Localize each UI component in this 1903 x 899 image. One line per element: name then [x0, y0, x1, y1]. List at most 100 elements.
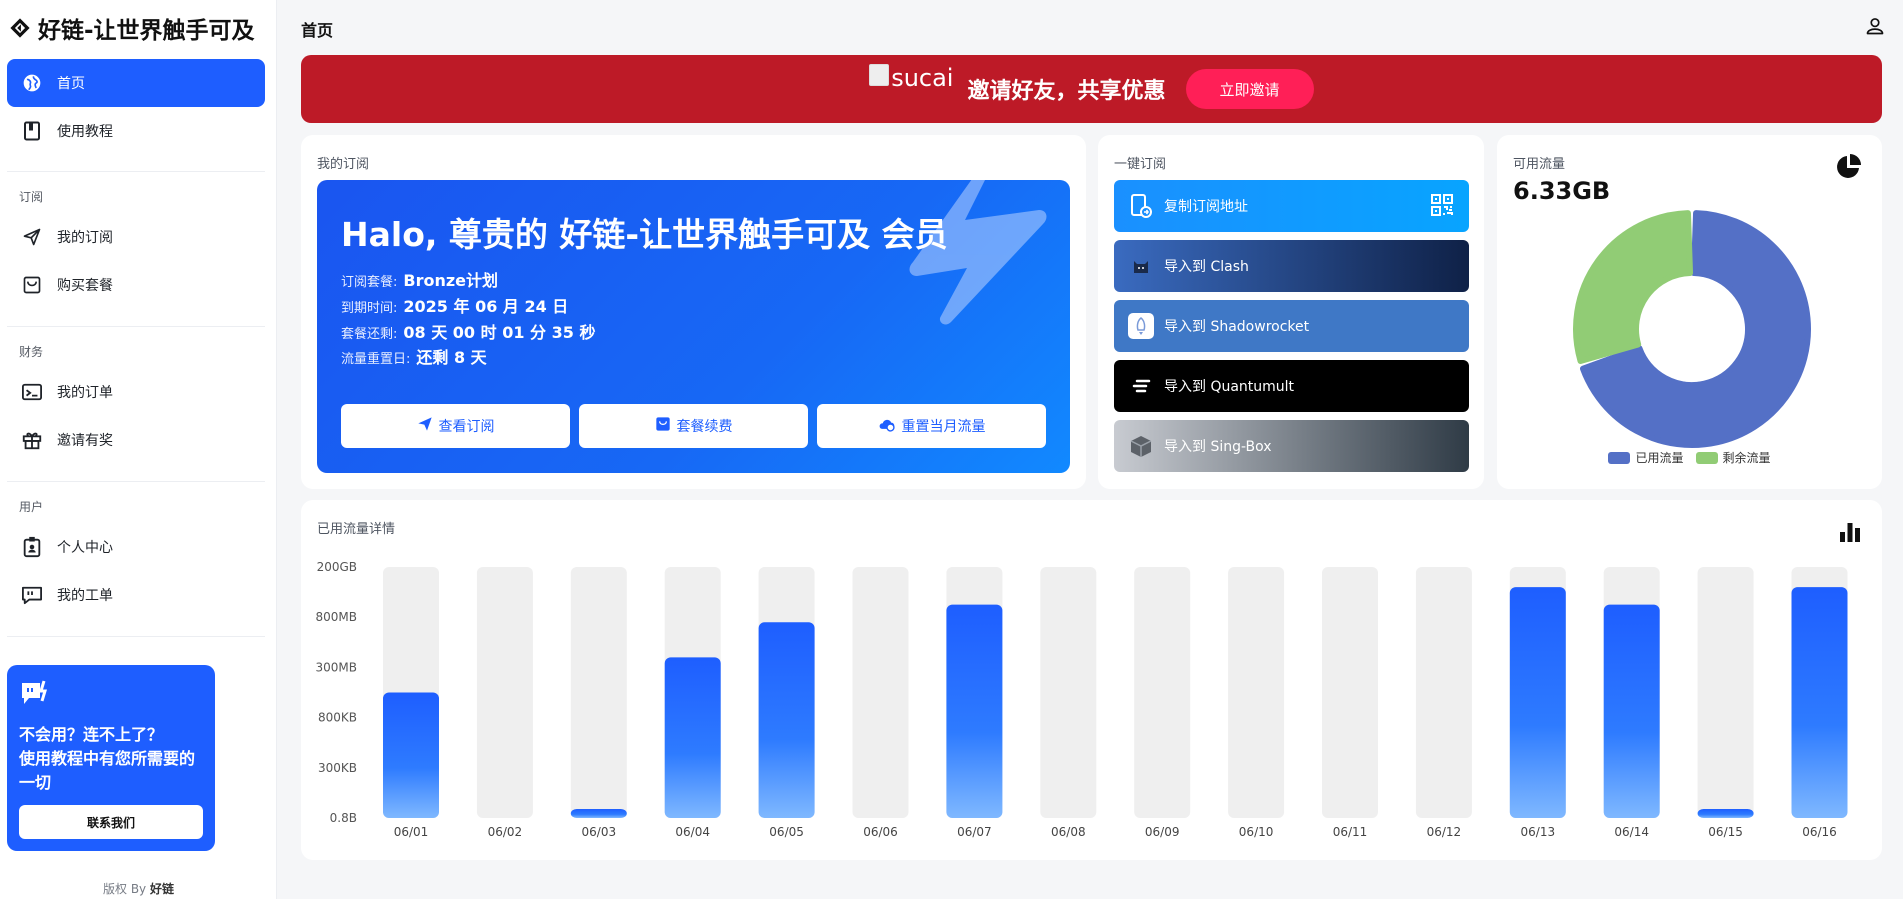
nav-group-title: 订阅 — [19, 190, 44, 204]
my-subscription-card: 我的订阅 Halo, 尊贵的 好链-让世界触手可及 会员 订阅套餐: Bronz… — [301, 135, 1086, 489]
shopping-bag-icon — [655, 416, 671, 436]
bar-track — [476, 567, 533, 818]
expire-label: 到期时间: — [341, 301, 398, 316]
traffic-bar[interactable] — [664, 657, 721, 818]
user-icon[interactable] — [1865, 16, 1887, 38]
x-tick-label: 06/13 — [1521, 825, 1556, 839]
expire-value: 2025 年 06 月 24 日 — [403, 297, 569, 316]
remain-row: 套餐还剩: 08 天 00 时 01 分 35 秒 — [341, 319, 595, 343]
sidebar-item-label: 个人中心 — [57, 540, 113, 556]
sidebar: 好链-让世界触手可及 首页 使用教程 订阅 我的订阅 购买套餐 财务 我的订单 … — [0, 0, 277, 899]
divider — [7, 171, 265, 172]
send-icon — [417, 416, 433, 436]
donut-slice-remaining[interactable] — [1573, 210, 1694, 364]
bar-track — [1415, 567, 1472, 818]
bar-track — [1134, 567, 1191, 818]
legend-used-label: 已用流量 — [1635, 451, 1684, 465]
legend-remaining-label: 剩余流量 — [1722, 451, 1771, 465]
traffic-bar[interactable] — [758, 622, 815, 818]
copy-link-icon — [1128, 193, 1154, 219]
plan-value: Bronze计划 — [403, 271, 499, 290]
x-tick-label: 06/14 — [1614, 825, 1649, 839]
view-subscription-button[interactable]: 查看订阅 — [341, 404, 570, 448]
nav-group-title: 财务 — [19, 345, 44, 359]
view-subscription-label: 查看订阅 — [438, 419, 495, 435]
subscription-panel: Halo, 尊贵的 好链-让世界触手可及 会员 订阅套餐: Bronze计划 到… — [317, 180, 1070, 473]
help-line-2: 使用教程中有您所需要的一切 — [19, 749, 196, 792]
contact-us-button[interactable]: 联系我们 — [19, 805, 203, 839]
y-tick-label: 0.8B — [330, 811, 357, 825]
import-clash-button[interactable]: 导入到 Clash — [1114, 240, 1469, 292]
reset-traffic-button[interactable]: 重置当月流量 — [817, 404, 1046, 448]
bar-track — [1322, 567, 1378, 818]
sidebar-item-buy-plan[interactable]: 购买套餐 — [7, 261, 265, 309]
traffic-bar[interactable] — [1697, 808, 1754, 818]
y-tick-label: 300KB — [318, 761, 357, 775]
x-tick-label: 06/15 — [1708, 825, 1743, 839]
page-title: 首页 — [301, 21, 334, 40]
legend-remaining[interactable]: 剩余流量 — [1695, 449, 1771, 466]
rocket-icon — [1128, 313, 1154, 339]
sidebar-item-tickets[interactable]: 我的工单 — [7, 571, 265, 619]
y-tick-label: 800KB — [318, 711, 357, 725]
import-quantumult-button[interactable]: 导入到 Quantumult — [1114, 360, 1469, 412]
reset-label: 流量重置日: — [341, 352, 411, 367]
id-badge-icon — [21, 536, 43, 558]
oc-label: 复制订阅地址 — [1164, 199, 1248, 215]
bar-track — [1228, 567, 1285, 818]
sidebar-item-label: 购买套餐 — [57, 278, 113, 294]
renew-plan-button[interactable]: 套餐续费 — [579, 404, 808, 448]
oc-label: 导入到 Sing-Box — [1164, 439, 1272, 455]
gift-icon — [21, 429, 43, 451]
sidebar-item-home[interactable]: 首页 — [7, 59, 265, 107]
copy-subscription-button[interactable]: 复制订阅地址 — [1114, 180, 1469, 232]
traffic-bar[interactable] — [383, 692, 439, 819]
bar-track — [570, 567, 627, 818]
traffic-bar[interactable] — [570, 808, 627, 818]
bar-track — [1697, 567, 1754, 818]
donut-legend: 已用流量 剩余流量 — [1497, 449, 1882, 466]
x-tick-label: 06/06 — [863, 825, 898, 839]
traffic-bar[interactable] — [1791, 587, 1848, 818]
import-singbox-button[interactable]: 导入到 Sing-Box — [1114, 420, 1469, 472]
x-tick-label: 06/09 — [1145, 825, 1180, 839]
traffic-bar[interactable] — [1603, 604, 1660, 818]
traffic-bar[interactable] — [946, 604, 1003, 818]
copyright: 版权 By 好链 — [0, 880, 277, 897]
x-tick-label: 06/10 — [1239, 825, 1274, 839]
bar-track — [1040, 567, 1097, 818]
brand[interactable]: 好链-让世界触手可及 — [8, 12, 255, 44]
nav-group-title: 用户 — [19, 500, 44, 514]
x-tick-label: 06/16 — [1802, 825, 1837, 839]
sidebar-item-my-subscription[interactable]: 我的订阅 — [7, 213, 265, 261]
invite-banner[interactable]: sucai 邀请好友，共享优惠 立即邀请 — [301, 55, 1882, 123]
reset-traffic-label: 重置当月流量 — [901, 419, 986, 435]
invite-now-button[interactable]: 立即邀请 — [1185, 69, 1314, 109]
nav-main: 首页 使用教程 — [7, 59, 265, 155]
oc-label: 导入到 Clash — [1164, 259, 1249, 275]
quantumult-icon — [1128, 373, 1154, 399]
sidebar-item-invite[interactable]: 邀请有奖 — [7, 416, 265, 464]
legend-used[interactable]: 已用流量 — [1608, 449, 1684, 466]
sidebar-item-profile[interactable]: 个人中心 — [7, 523, 265, 571]
nav-user: 个人中心 我的工单 — [7, 523, 265, 619]
broken-image-icon — [869, 64, 890, 86]
qr-code-icon[interactable] — [1431, 194, 1455, 218]
chat-icon — [21, 584, 43, 606]
plan-label: 订阅套餐: — [341, 275, 398, 290]
help-line-1: 不会用？连不上了？ — [19, 725, 164, 744]
one-click-card: 一键订阅 复制订阅地址 导入到 Clash 导入到 Shadowrocket 导… — [1098, 135, 1484, 489]
y-tick-label: 300MB — [316, 660, 358, 674]
clash-cat-icon — [1128, 253, 1154, 279]
sidebar-item-tutorial[interactable]: 使用教程 — [7, 107, 265, 155]
x-tick-label: 06/08 — [1051, 825, 1086, 839]
x-tick-label: 06/02 — [488, 825, 523, 839]
topbar: 首页 — [278, 0, 1903, 54]
box-icon — [1128, 433, 1154, 459]
sidebar-item-my-orders[interactable]: 我的订单 — [7, 368, 265, 416]
sidebar-item-label: 我的工单 — [57, 588, 113, 604]
import-shadowrocket-button[interactable]: 导入到 Shadowrocket — [1114, 300, 1469, 352]
x-tick-label: 06/04 — [675, 825, 710, 839]
oc-label: 导入到 Quantumult — [1164, 379, 1295, 395]
traffic-bar[interactable] — [1509, 587, 1566, 818]
